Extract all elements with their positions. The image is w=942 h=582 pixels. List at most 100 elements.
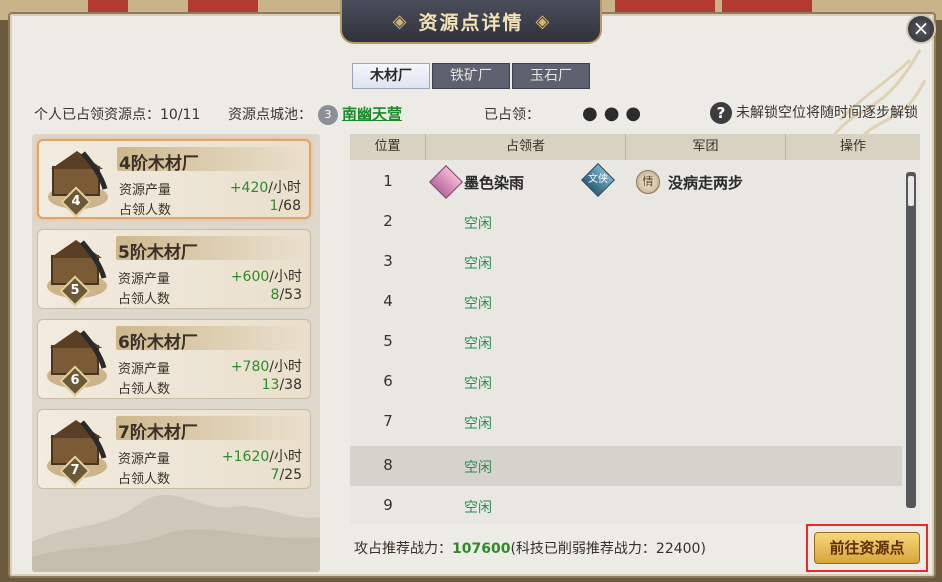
city-info: 3 南幽天营 (318, 103, 402, 125)
card-name: 4阶木材厂 (119, 154, 199, 174)
occupants-total: /68 (278, 198, 301, 214)
table-row[interactable]: 9 空闲 (350, 486, 902, 524)
table-row[interactable]: 5 空闲 (350, 322, 902, 362)
level-badge-text: 6 (70, 373, 80, 388)
output-amount: +420 (229, 180, 269, 196)
level-badge-text: 5 (70, 283, 80, 298)
output-amount: +780 (230, 359, 270, 375)
occupants-total: /53 (279, 287, 302, 303)
output-unit: /小时 (269, 269, 302, 285)
output-value: +600/小时 (231, 266, 302, 286)
resource-type-tabs: 木材厂 铁矿厂 玉石厂 (352, 63, 592, 89)
output-label: 资源产量 (119, 183, 172, 198)
table-row[interactable]: 1 墨色染雨 文侠 情 没病走两步 (350, 162, 902, 202)
rank-gem-icon (429, 165, 463, 199)
output-amount: +1620 (221, 449, 270, 465)
scrollbar-thumb[interactable] (908, 176, 914, 206)
slot-status: 空闲 (464, 256, 492, 272)
slot-status: 空闲 (464, 296, 492, 312)
goto-resource-button[interactable]: 前往资源点 (814, 532, 920, 564)
table-row[interactable]: 2 空闲 (350, 202, 902, 242)
row-position: 9 (383, 496, 393, 514)
tab-lumber-mill[interactable]: 木材厂 (352, 63, 430, 89)
city-label: 资源点城池： (228, 107, 312, 123)
occupier-name: 墨色染雨 (464, 174, 525, 192)
output-value: +420/小时 (230, 177, 301, 197)
card-name: 6阶木材厂 (118, 333, 198, 353)
card-name: 7阶木材厂 (118, 423, 198, 443)
output-unit: /小时 (269, 359, 302, 375)
ornament-icon: ◈ (392, 10, 407, 32)
card-name: 5阶木材厂 (118, 243, 198, 263)
header-legion: 军团 (626, 134, 786, 160)
row-position: 7 (383, 412, 393, 430)
slot-status: 空闲 (464, 216, 492, 232)
help-icon[interactable]: ? (710, 102, 732, 124)
held-label: 已占领： (484, 107, 540, 123)
tab-iron-mine[interactable]: 铁矿厂 (432, 63, 510, 89)
occupants-total: /25 (279, 467, 302, 483)
recommended-power: 攻占推荐战力：107600(科技已削弱推荐战力：22400) (354, 538, 706, 558)
resource-card-level-7[interactable]: 7 7阶木材厂 资源产量 +1620/小时 占领人数 7/25 (37, 409, 311, 489)
title-plate: ◈ 资源点详情 ◈ (340, 0, 602, 44)
held-slots-indicator: ●●● (582, 103, 648, 124)
output-label: 资源产量 (118, 362, 171, 377)
output-label: 资源产量 (118, 272, 171, 287)
output-label: 资源产量 (118, 452, 171, 467)
occupied-label: 个人已占领资源点： (34, 107, 160, 123)
occupants-current: 13 (261, 377, 280, 393)
table-row[interactable]: 3 空闲 (350, 242, 902, 282)
output-unit: /小时 (269, 449, 302, 465)
table-row[interactable]: 8 空闲 (350, 446, 902, 486)
row-position: 2 (383, 212, 393, 230)
occupied-count: 个人已占领资源点：10/11 (34, 104, 200, 124)
header-action: 操作 (839, 139, 866, 154)
class-icon: 文侠 (581, 163, 615, 197)
occupants-label: 占领人数 (118, 472, 171, 487)
table-row[interactable]: 4 空闲 (350, 282, 902, 322)
output-unit: /小时 (268, 180, 301, 196)
dialog-title: 资源点详情 (418, 11, 524, 34)
city-name-link[interactable]: 南幽天营 (342, 105, 402, 123)
output-value: +1620/小时 (222, 446, 302, 466)
slot-status: 空闲 (464, 416, 492, 432)
occupants-label: 占领人数 (118, 292, 171, 307)
row-position: 1 (383, 172, 393, 190)
occupants-value: 8/53 (271, 287, 302, 303)
power-note: (科技已削弱推荐战力：22400) (510, 541, 706, 557)
row-position: 4 (383, 292, 393, 310)
occupants-label: 占领人数 (119, 203, 172, 218)
resource-card-level-4[interactable]: 4 4阶木材厂 资源产量 +420/小时 占领人数 1/68 (37, 139, 311, 219)
table-row[interactable]: 6 空闲 (350, 362, 902, 402)
resource-card-level-5[interactable]: 5 5阶木材厂 资源产量 +600/小时 占领人数 8/53 (37, 229, 311, 309)
occupied-value: 10/11 (160, 107, 201, 123)
slot-status: 空闲 (464, 376, 492, 392)
occupants-value: 13/38 (262, 377, 302, 393)
occupants-label: 占领人数 (118, 382, 171, 397)
close-button[interactable]: × (906, 14, 936, 44)
resource-card-level-6[interactable]: 6 6阶木材厂 资源产量 +780/小时 占领人数 13/38 (37, 319, 311, 399)
power-label: 攻占推荐战力： (354, 541, 452, 557)
output-amount: +600 (230, 269, 270, 285)
header-position: 位置 (350, 134, 426, 160)
occupants-total: /38 (279, 377, 302, 393)
table-row[interactable]: 7 空闲 (350, 402, 902, 442)
occupants-value: 1/68 (270, 198, 301, 214)
row-position: 3 (383, 252, 393, 270)
occupant-table: 位置 占领者 军团 操作 1 墨色染雨 文侠 情 没病走两步 2 空闲 3 空闲… (350, 134, 920, 524)
table-scrollbar[interactable] (906, 172, 916, 508)
ornament-icon: ◈ (535, 10, 550, 32)
goto-highlight-frame: 前往资源点 (806, 524, 928, 572)
tab-jade-mine[interactable]: 玉石厂 (512, 63, 590, 89)
row-position: 8 (383, 456, 393, 474)
slot-status: 空闲 (464, 500, 492, 516)
level-badge-text: 4 (71, 194, 81, 209)
header-occupier: 占领者 (426, 134, 626, 160)
table-header: 位置 占领者 军团 操作 (350, 134, 920, 160)
unlock-hint-text: 未解锁空位将随时间逐步解锁 (736, 105, 918, 121)
info-row: 个人已占领资源点：10/11 资源点城池： 3 南幽天营 已占领： ●●● ? 未解… (34, 102, 924, 126)
level-badge-text: 7 (70, 463, 80, 478)
city-level-icon: 3 (318, 105, 338, 125)
slot-status: 空闲 (464, 336, 492, 352)
legion-emblem-icon: 情 (636, 170, 660, 194)
